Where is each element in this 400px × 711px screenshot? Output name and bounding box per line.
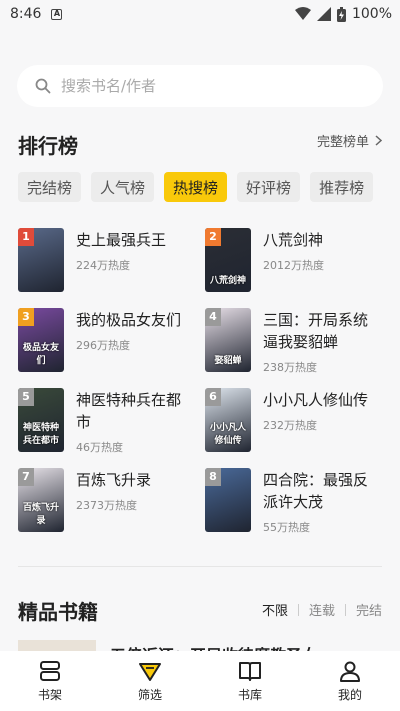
book-heat: 2012万热度 [263, 259, 324, 272]
wifi-icon [294, 7, 311, 20]
book-cover: 1 [18, 228, 64, 292]
cover-title-art: 百炼飞升录 [22, 503, 59, 526]
cover-title-art: 神医特种兵在都市 [22, 423, 59, 446]
user-icon [340, 661, 360, 682]
chevron-right-icon [375, 135, 382, 146]
ranking-list: 1 史上最强兵王 224万热度 2 八荒剑神 八荒剑神 2012万热度 3 极品女友们 我的极品女… [18, 228, 388, 534]
nav-profile-label: 我的 [337, 688, 362, 702]
filter-finished[interactable]: 完结 [356, 600, 382, 619]
book-heat: 232万热度 [263, 419, 317, 432]
section-divider [18, 566, 382, 567]
cover-title-art: 小小凡人修仙传 [209, 423, 246, 446]
filter-separator [344, 603, 346, 616]
nav-bookshelf-label: 书架 [37, 688, 62, 702]
book-info: 百炼飞升录 2373万热度 [76, 468, 194, 532]
nav-filter-label: 筛选 [137, 688, 162, 702]
book-cover: 4 娶貂蝉 [205, 308, 251, 372]
nav-bookshelf[interactable]: 书架 [15, 659, 85, 703]
book-info: 小小凡人修仙传 232万热度 [263, 388, 381, 452]
book-info: 四合院：最强反派许大茂 55万热度 [263, 468, 381, 534]
battery-level: 100% [351, 6, 392, 22]
status-time: 8:46 [10, 6, 42, 22]
book-title: 三国：开局系统逼我娶貂蝉 [263, 311, 369, 351]
ranking-item[interactable]: 1 史上最强兵王 224万热度 [18, 228, 205, 292]
full-ranking-label: 完整榜单 [316, 135, 369, 150]
ranking-item[interactable]: 2 八荒剑神 八荒剑神 2012万热度 [205, 228, 388, 292]
cover-title-art: 极品女友们 [22, 343, 59, 366]
book-cover: 7 百炼飞升录 [18, 468, 64, 532]
signal-icon [316, 7, 331, 21]
filter-separator [297, 603, 299, 616]
ranking-item[interactable]: 4 娶貂蝉 三国：开局系统逼我娶貂蝉 238万热度 [205, 308, 388, 374]
tab-completed[interactable]: 完结榜 [18, 172, 82, 202]
book-title: 小小凡人修仙传 [263, 391, 369, 409]
search-bar[interactable] [17, 65, 383, 107]
book-heat: 55万热度 [263, 521, 310, 534]
battery-icon [336, 6, 346, 22]
rank-badge: 2 [205, 228, 221, 246]
book-cover: 5 神医特种兵在都市 [18, 388, 64, 452]
book-title: 神医特种兵在都市 [76, 391, 182, 431]
book-info: 八荒剑神 2012万热度 [263, 228, 381, 292]
ranking-item[interactable]: 7 百炼飞升录 百炼飞升录 2373万热度 [18, 468, 205, 532]
cover-title-art: 娶貂蝉 [214, 356, 242, 366]
search-input[interactable] [61, 77, 341, 95]
book-cover: 8 [205, 468, 251, 532]
book-title: 史上最强兵王 [76, 231, 167, 249]
book-info: 神医特种兵在都市 46万热度 [76, 388, 194, 454]
search-icon [35, 78, 51, 94]
notification-a-icon: A [51, 8, 63, 20]
featured-filters: 不限 连载 完结 [262, 600, 382, 619]
rank-badge: 5 [18, 388, 34, 406]
book-title: 四合院：最强反派许大茂 [263, 471, 369, 511]
rank-badge: 4 [205, 308, 221, 326]
book-heat: 238万热度 [263, 361, 317, 374]
rank-badge: 1 [18, 228, 34, 246]
rank-badge: 8 [205, 468, 221, 486]
book-info: 史上最强兵王 224万热度 [76, 228, 194, 292]
cover-title-art: 八荒剑神 [209, 276, 246, 286]
book-cover: 3 极品女友们 [18, 308, 64, 372]
bookshelf-icon [40, 661, 60, 681]
book-heat: 296万热度 [76, 339, 130, 352]
book-cover: 6 小小凡人修仙传 [205, 388, 251, 452]
full-ranking-link[interactable]: 完整榜单 [317, 131, 382, 150]
ranking-item[interactable]: 8 四合院：最强反派许大茂 55万热度 [205, 468, 388, 534]
ranking-item[interactable]: 3 极品女友们 我的极品女友们 296万热度 [18, 308, 205, 372]
filter-all[interactable]: 不限 [262, 600, 288, 619]
filter-icon [139, 663, 161, 681]
filter-serial[interactable]: 连载 [309, 600, 335, 619]
book-title: 我的极品女友们 [76, 311, 182, 329]
rank-badge: 6 [205, 388, 221, 406]
featured-title: 精品书籍 [18, 600, 98, 624]
rank-badge: 3 [18, 308, 34, 326]
nav-library-label: 书库 [237, 688, 262, 702]
tab-popular[interactable]: 人气榜 [91, 172, 155, 202]
bottom-nav: 书架 筛选 书库 我的 [0, 651, 400, 711]
nav-filter[interactable]: 筛选 [115, 659, 185, 703]
status-bar: 8:46 A 100% [0, 0, 400, 28]
book-title: 百炼飞升录 [76, 471, 152, 489]
book-title: 八荒剑神 [263, 231, 324, 249]
ranking-title: 排行榜 [18, 134, 78, 158]
book-cover: 2 八荒剑神 [205, 228, 251, 292]
book-info: 三国：开局系统逼我娶貂蝉 238万热度 [263, 308, 381, 374]
rank-badge: 7 [18, 468, 34, 486]
book-heat: 224万热度 [76, 259, 130, 272]
book-heat: 46万热度 [76, 441, 123, 454]
ranking-item[interactable]: 5 神医特种兵在都市 神医特种兵在都市 46万热度 [18, 388, 205, 454]
tab-hot-search[interactable]: 热搜榜 [164, 172, 228, 202]
tab-top-rated[interactable]: 好评榜 [237, 172, 301, 202]
ranking-item[interactable]: 6 小小凡人修仙传 小小凡人修仙传 232万热度 [205, 388, 388, 452]
book-info: 我的极品女友们 296万热度 [76, 308, 194, 372]
nav-profile[interactable]: 我的 [315, 659, 385, 703]
book-icon [239, 662, 261, 681]
ranking-tabs: 完结榜 人气榜 热搜榜 好评榜 推荐榜 [18, 172, 390, 202]
book-heat: 2373万热度 [76, 499, 137, 512]
tab-recommended[interactable]: 推荐榜 [310, 172, 374, 202]
nav-library[interactable]: 书库 [215, 659, 285, 703]
